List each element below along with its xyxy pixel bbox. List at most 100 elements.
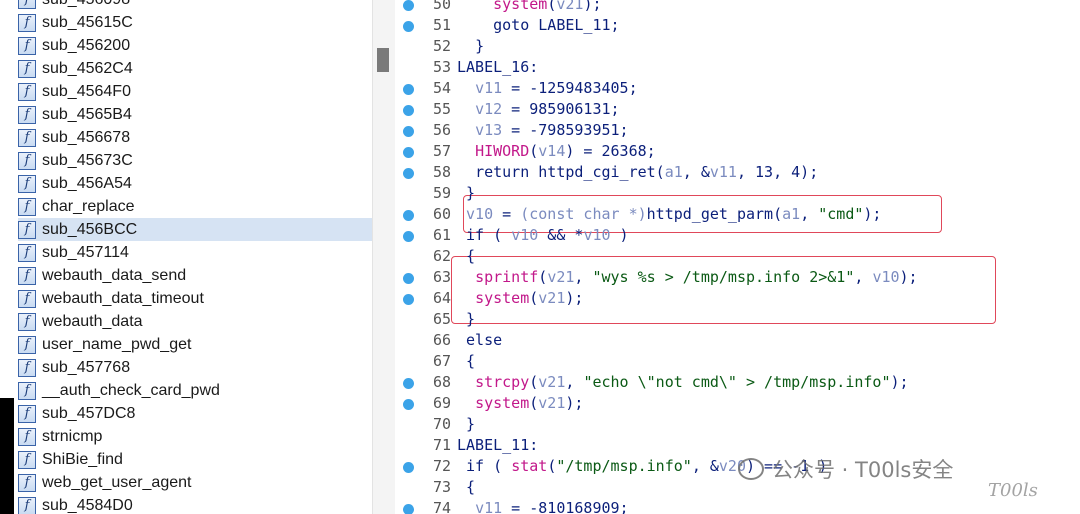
code-line[interactable]: 54 v11 = -1259483405; [395,79,1080,100]
code-line[interactable]: 50 system(v21); [395,0,1080,16]
function-item[interactable]: f sub_456200 [18,34,372,57]
function-item[interactable]: f sub_4584D0 [18,494,372,514]
breakpoint-dot-icon[interactable] [403,126,414,137]
function-item[interactable]: f user_name_pwd_get [18,333,372,356]
function-item[interactable]: f strnicmp [18,425,372,448]
line-number: 56 [432,121,451,139]
pseudocode-view[interactable]: 50 system(v21); 51 goto LABEL_11; 52 } 53 LA… [395,0,1080,514]
function-item[interactable]: f sub_456BCC [18,218,372,241]
line-number: 60 [432,205,451,223]
code-line[interactable]: 56 v13 = -798593951; [395,121,1080,142]
code-line[interactable]: 69 system(v21); [395,394,1080,415]
code-token: v11 [475,499,503,514]
code-line[interactable]: 67 { [395,352,1080,373]
code-line[interactable]: 62 { [395,247,1080,268]
function-item[interactable]: f sub_457768 [18,356,372,379]
function-item[interactable]: f char_replace [18,195,372,218]
code-line[interactable]: 61 if ( v10 && *v10 ) [395,226,1080,247]
watermark-logo-text: T00ls [988,480,1038,501]
function-item[interactable]: f sub_457114 [18,241,372,264]
scrollbar-thumb[interactable] [377,48,389,72]
code-text: LABEL_11: [457,436,538,454]
function-item[interactable]: f sub_4565B4 [18,103,372,126]
code-token: v13 [475,121,503,139]
function-item[interactable]: f sub_45615C [18,11,372,34]
function-icon: f [18,335,36,354]
code-token: ( [529,142,539,160]
line-number: 74 [432,499,451,514]
breakpoint-dot-icon[interactable] [403,168,414,179]
function-item[interactable]: f sub_4564F0 [18,80,372,103]
code-token: a1 [664,163,683,181]
code-token: system [493,0,548,13]
function-item[interactable]: f sub_45673C [18,149,372,172]
line-number: 54 [432,79,451,97]
function-item[interactable]: f webauth_data_timeout [18,287,372,310]
breakpoint-dot-icon[interactable] [403,504,414,514]
function-item[interactable]: f webauth_data [18,310,372,333]
function-icon: f [18,174,36,193]
code-token: { [466,352,476,370]
function-icon: f [18,82,36,101]
code-line[interactable]: 52 } [395,37,1080,58]
code-token: LABEL_16: [457,58,539,76]
breakpoint-dot-icon[interactable] [403,147,414,158]
code-line[interactable]: 59 } [395,184,1080,205]
code-token: a1 [782,205,801,223]
code-line[interactable]: 60 v10 = (const char *)httpd_get_parm(a1… [395,205,1080,226]
function-name: sub_457768 [42,358,131,376]
function-item[interactable]: f sub_456678 [18,126,372,149]
code-line[interactable]: 57 HIWORD(v14) = 26368; [395,142,1080,163]
breakpoint-dot-icon[interactable] [403,462,414,473]
function-icon: f [18,266,36,285]
breakpoint-dot-icon[interactable] [403,294,414,305]
code-token: } [466,184,476,202]
breakpoint-dot-icon[interactable] [403,378,414,389]
function-icon: f [18,496,36,514]
function-item[interactable]: f sub_457DC8 [18,402,372,425]
code-line[interactable]: 55 v12 = 985906131; [395,100,1080,121]
breakpoint-dot-icon[interactable] [403,0,414,11]
code-line[interactable]: 70 } [395,415,1080,436]
breakpoint-dot-icon[interactable] [403,105,414,116]
code-line[interactable]: 68 strcpy(v21, "echo \"not cmd\" > /tmp/… [395,373,1080,394]
function-list[interactable]: fsub_456098fsub_45615Cfsub_456200fsub_45… [0,0,372,514]
function-icon: f [18,59,36,78]
breakpoint-dot-icon[interactable] [403,273,414,284]
function-item[interactable]: f __auth_check_card_pwd [18,379,372,402]
code-token: ) [610,226,629,244]
code-line[interactable]: 53 LABEL_16: [395,58,1080,79]
function-list-scrollbar[interactable] [372,0,395,514]
code-line[interactable]: 63 sprintf(v21, "wys %s > /tmp/msp.info … [395,268,1080,289]
code-line[interactable]: 74 v11 = -810168909; [395,499,1080,514]
code-line[interactable]: 51 goto LABEL_11; [395,16,1080,37]
function-name: sub_456BCC [42,220,138,238]
code-token: = 985906131; [502,100,620,118]
breakpoint-dot-icon[interactable] [403,21,414,32]
code-token: strcpy [475,373,530,391]
function-icon: f [18,404,36,423]
code-line[interactable]: 58 return httpd_cgi_ret(a1, &v11, 13, 4)… [395,163,1080,184]
function-item[interactable]: f webauth_data_send [18,264,372,287]
function-name: sub_4584D0 [42,496,133,514]
code-line[interactable]: 65 } [395,310,1080,331]
function-item[interactable]: f sub_456A54 [18,172,372,195]
function-item[interactable]: f sub_4562C4 [18,57,372,80]
breakpoint-dot-icon[interactable] [403,399,414,410]
code-line[interactable]: 66 else [395,331,1080,352]
function-item[interactable]: f sub_456098 [18,0,372,11]
breakpoint-dot-icon[interactable] [403,84,414,95]
breakpoint-dot-icon[interactable] [403,231,414,242]
code-text: HIWORD(v14) = 26368; [457,142,656,160]
code-token: ) = 26368; [565,142,656,160]
code-text: v10 = (const char *)httpd_get_parm(a1, "… [457,205,881,223]
code-token: return httpd_cgi_ret( [475,163,665,181]
function-item[interactable]: f ShiBie_find [18,448,372,471]
code-text: v13 = -798593951; [457,121,629,139]
code-token: , [574,268,593,286]
code-token: , & [682,163,710,181]
code-line[interactable]: 64 system(v21); [395,289,1080,310]
breakpoint-dot-icon[interactable] [403,210,414,221]
function-item[interactable]: f web_get_user_agent [18,471,372,494]
function-icon: f [18,312,36,331]
